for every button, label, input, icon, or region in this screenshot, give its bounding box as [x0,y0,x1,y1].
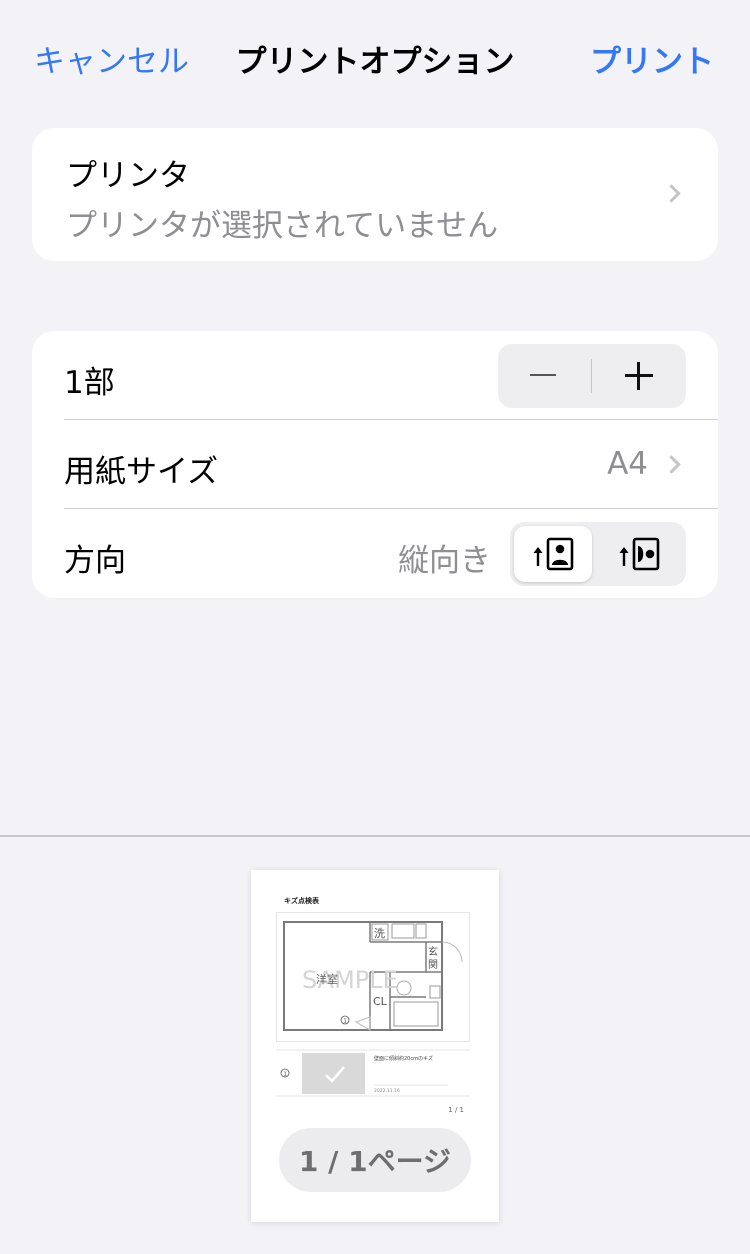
paper-size-label: 用紙サイズ [64,454,219,490]
landscape-segment[interactable] [598,526,682,582]
orientation-segmented-control [510,522,686,586]
print-button[interactable]: プリント [590,36,714,81]
damage-date: 2022.11.16 [374,1088,400,1094]
print-options-group: 1部 用紙サイズ A4 方向 縦向き [32,331,718,598]
navigation-bar: キャンセル プリントオプション プリント [0,0,750,110]
copies-stepper[interactable] [498,344,686,408]
svg-text:1: 1 [284,1072,287,1078]
chevron-right-icon [662,184,681,203]
printer-label: プリンタ [66,158,190,194]
floor-plan-image: 洗 玄 関 SAMPLE 洋室 CL 1 [276,912,470,1042]
damage-note: 壁面に傾斜約20cmのキズ [374,1055,433,1062]
copies-row: 1部 [32,331,718,420]
increment-button[interactable] [592,344,686,408]
room-label-entry: 玄 [428,945,438,958]
printer-status: プリンタが選択されていません [66,208,499,244]
printer-select-row[interactable]: プリンタ プリンタが選択されていません [32,128,718,261]
paper-size-row[interactable]: 用紙サイズ A4 [32,420,718,509]
room-label-wash: 洗 [374,927,385,940]
room-label-entry-2: 関 [428,959,438,971]
portrait-orientation-icon [533,537,574,571]
damage-list-item: 1 壁面に傾斜約20cmのキズ 2022.11.16 [276,1049,470,1097]
decrement-button[interactable] [498,344,591,408]
paper-size-value: A4 [607,446,648,482]
preview-document-page-number: 1 / 1 [448,1106,464,1114]
page-count-pill: 1 / 1ページ [279,1128,471,1192]
room-label-western: 洋室 [316,972,338,986]
portrait-segment[interactable] [512,526,596,582]
damage-marker: 1 [344,1019,347,1025]
minus-icon [530,374,556,376]
orientation-label: 方向 [64,543,126,579]
landscape-orientation-icon [619,537,660,571]
preview-divider [0,835,750,837]
orientation-row: 方向 縦向き [32,509,718,598]
copies-label: 1部 [64,365,115,401]
chevron-right-icon [662,455,681,474]
orientation-value: 縦向き [398,543,491,579]
page-preview[interactable]: キズ点検表 洗 玄 関 SAMPLE 洋室 CL 1 1 壁面に傾斜約20cmの… [251,870,499,1222]
room-label-closet: CL [373,995,388,1008]
preview-document-title: キズ点検表 [284,897,319,905]
